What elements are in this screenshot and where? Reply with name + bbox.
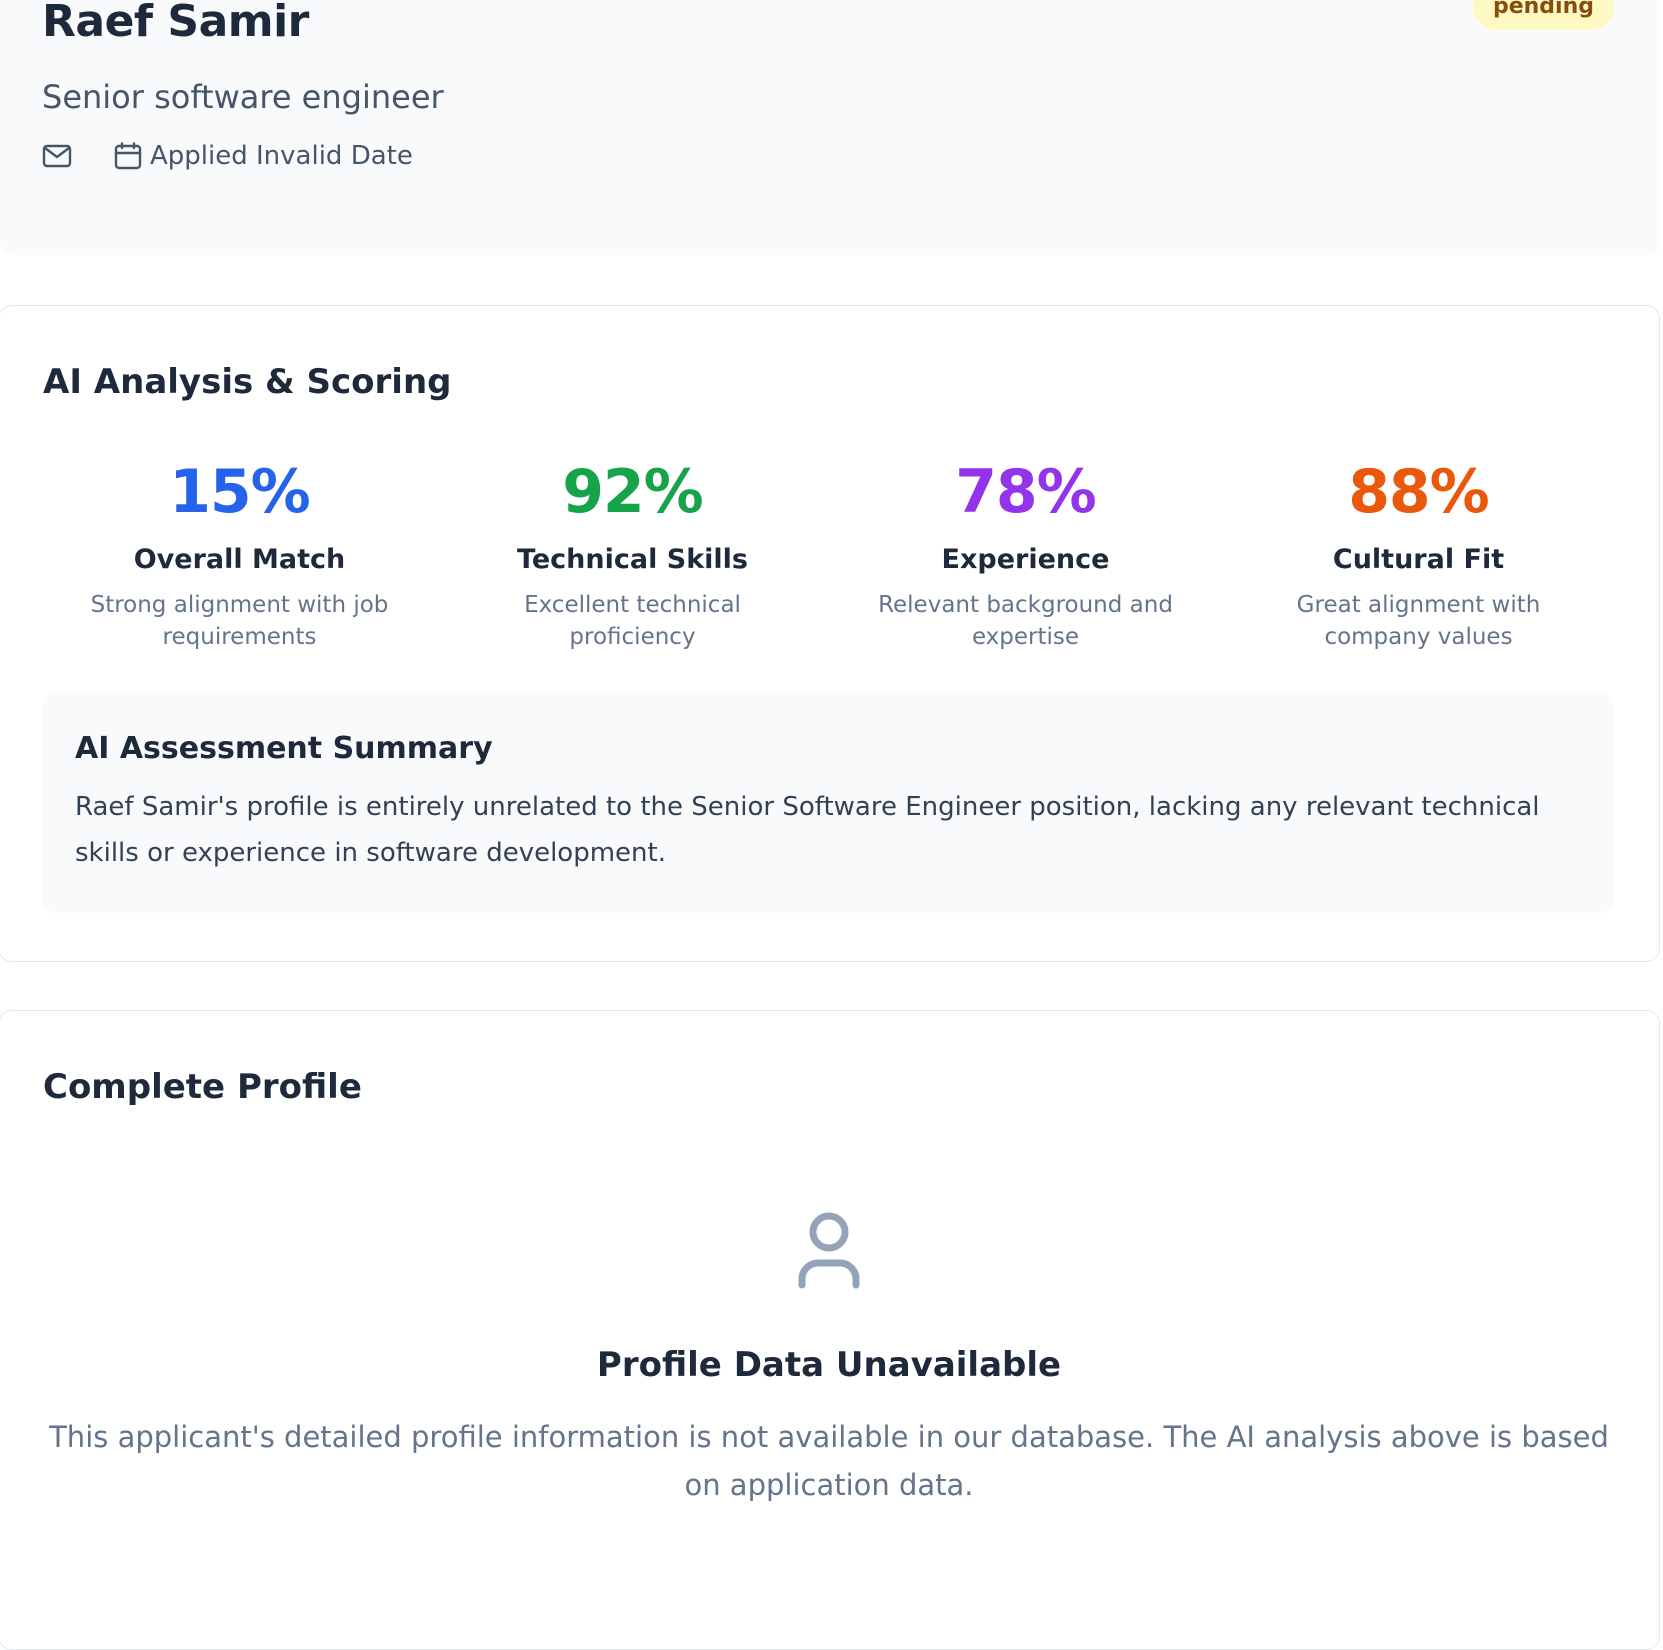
score-label: Technical Skills [517,544,748,575]
score-grid: 15% Overall Match Strong alignment with … [43,446,1615,653]
score-value: 78% [955,457,1097,527]
summary-text: Raef Samir's profile is entirely unrelat… [75,792,1540,868]
score-overall-match: 15% Overall Match Strong alignment with … [43,446,436,653]
score-experience: 78% Experience Relevant background and e… [829,446,1222,653]
status-badge: pending [1472,0,1614,30]
job-title: Senior software engineer [42,78,444,116]
ai-analysis-card: AI Analysis & Scoring 15% Overall Match … [0,305,1660,962]
user-icon [796,1211,862,1295]
score-label: Cultural Fit [1332,544,1505,575]
mail-icon[interactable] [42,144,72,168]
score-value: 92% [562,457,704,527]
score-label: Overall Match [133,544,346,575]
score-value: 88% [1348,457,1490,527]
applicant-name: Raef Samir [42,0,309,47]
calendar-icon [114,142,142,170]
applied-date: Applied Invalid Date [150,141,413,171]
applicant-header: Raef Samir pending Senior software engin… [0,0,1660,255]
section-title-ai-analysis: AI Analysis & Scoring [43,362,452,402]
applicant-meta: Applied Invalid Date [42,138,413,174]
complete-profile-card: Complete Profile Profile Data Unavailabl… [0,1010,1660,1650]
score-value: 15% [169,457,311,527]
score-cultural-fit: 88% Cultural Fit Great alignment with co… [1222,446,1615,653]
score-description: Strong alignment with job requirements [90,592,389,650]
score-description: Relevant background and expertise [878,592,1173,650]
score-description: Great alignment with company values [1296,592,1541,650]
section-title-complete-profile: Complete Profile [43,1067,362,1107]
ai-assessment-summary: AI Assessment Summary Raef Samir's profi… [43,693,1613,913]
profile-empty-state: Profile Data Unavailable This applicant'… [39,1211,1619,1509]
empty-state-text: This applicant's detailed profile inform… [49,1420,1609,1502]
summary-title: AI Assessment Summary [75,731,493,766]
empty-state-title: Profile Data Unavailable [596,1345,1062,1385]
score-technical-skills: 92% Technical Skills Excellent technical… [436,446,829,653]
score-label: Experience [941,544,1110,575]
score-description: Excellent technical proficiency [524,592,741,650]
